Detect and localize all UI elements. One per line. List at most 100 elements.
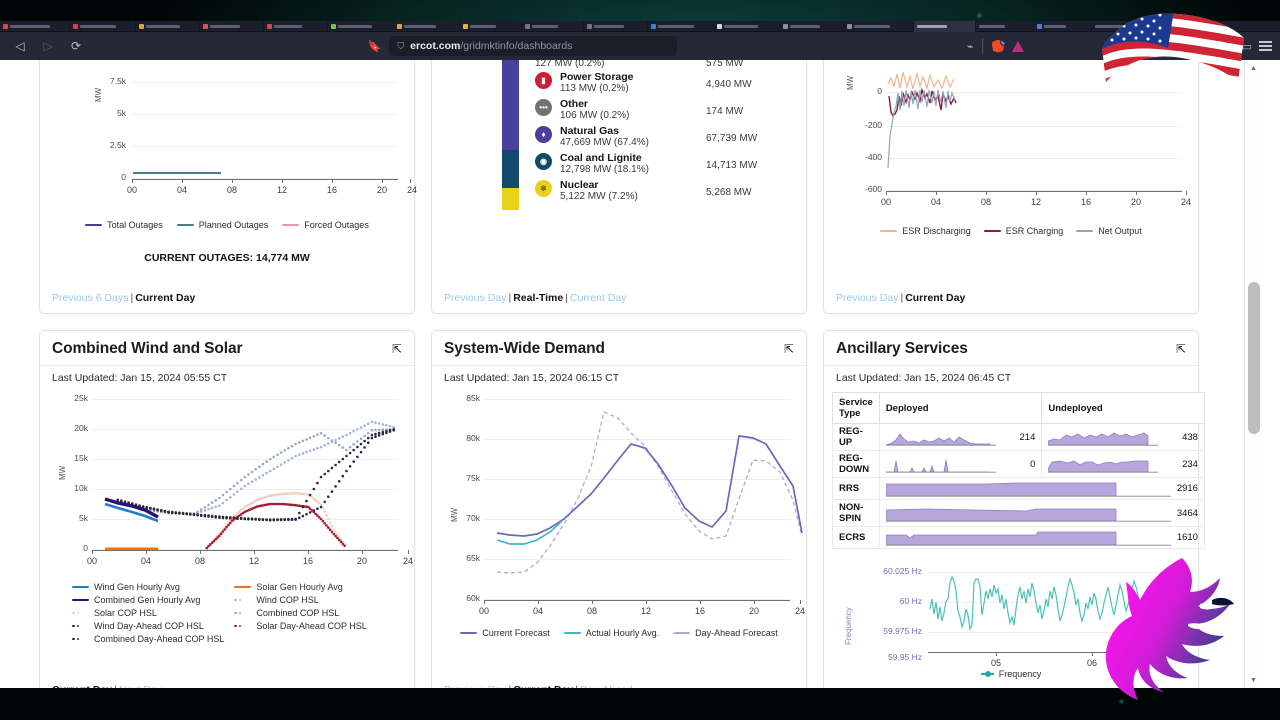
combined-cell: 3464 (878, 499, 1205, 527)
ancillary-last-updated: Last Updated: Jan 15, 2024 06:45 CT (836, 372, 1012, 384)
mini-tab[interactable] (70, 20, 136, 32)
mini-tab[interactable] (1034, 20, 1092, 32)
ancillary-services-table: Service Type Deployed Undeployed REG-UP (832, 392, 1205, 549)
window-icon[interactable]: ▭ (1242, 40, 1252, 53)
legend-item: Combined COP HSL (234, 608, 382, 618)
expand-icon[interactable]: ⇱ (1176, 343, 1186, 355)
link-day-ahead[interactable]: Day-Ahead (580, 684, 633, 688)
profile-triangle-icon[interactable] (1011, 40, 1024, 52)
mini-tab[interactable] (0, 20, 70, 32)
col-service-type: Service Type (832, 392, 880, 424)
esr-footer-links: Previous Day | Current Day (836, 292, 966, 304)
mini-tab[interactable] (584, 20, 648, 32)
browser-tab-strip[interactable] (0, 20, 1280, 32)
legend-label: Combined COP HSL (256, 608, 340, 618)
mini-tab[interactable] (328, 20, 394, 32)
esr-legend: ESR Discharging ESR Charging Net Output (834, 220, 1188, 236)
address-bar[interactable]: ⛉ ercot.com/gridmktinfo/dashboards (389, 36, 678, 56)
outages-chart: MW 7.5k 5k 2.5k 0 00 04 08 12 16 20 24 (50, 62, 417, 212)
mini-tab[interactable] (264, 20, 328, 32)
mini-tab[interactable] (844, 20, 914, 32)
demand-ytick: 65k (466, 553, 480, 563)
card-combined-wind-and-solar: Combined Wind and Solar ⇱ Last Updated: … (39, 330, 415, 688)
outages-xtick: 00 (126, 185, 138, 195)
outages-xtick: 16 (326, 185, 338, 195)
demand-ytick: 75k (466, 473, 480, 483)
outages-xtick: 20 (376, 185, 388, 195)
expand-icon[interactable]: ⇱ (784, 343, 794, 355)
esr-series-paths (887, 71, 957, 169)
outages-xtick: 08 (226, 185, 238, 195)
link-current-day[interactable]: Current Day (52, 684, 112, 688)
table-row: REG-UP 214 438 (832, 423, 1205, 451)
page-title: Combined Wind and Solar (52, 340, 243, 357)
legend-label: ESR Charging (1005, 226, 1064, 236)
battery-icon: ▮ (535, 72, 552, 89)
nuclear-icon: ⚛ (535, 180, 552, 197)
link-next-day[interactable]: Next Day (119, 684, 162, 688)
reload-icon[interactable]: ⟳ (64, 35, 88, 57)
page-scrollbar[interactable]: ▲ ▼ (1244, 60, 1262, 688)
mini-tab[interactable] (648, 20, 714, 32)
wind-solar-legend: Wind Gen Hourly Avg Solar Gen Hourly Avg… (50, 574, 404, 644)
wind-solar-footer-links: Current Day|Next Day (40, 666, 414, 688)
esr-xtick: 08 (980, 197, 992, 207)
demand-ytick: 60k (466, 593, 480, 603)
mini-tab[interactable] (522, 20, 584, 32)
legend-item: Forced Outages (282, 220, 369, 230)
legend-label: Combined Gen Hourly Avg (94, 595, 201, 605)
scrollbar-thumb[interactable] (1248, 282, 1260, 434)
bookmark-icon[interactable]: 🔖 (368, 40, 382, 53)
mini-tab[interactable] (780, 20, 844, 32)
mini-tab-active[interactable] (914, 20, 976, 32)
back-arrow-icon[interactable]: ◁ (8, 35, 32, 57)
brave-shield-icon[interactable] (991, 39, 1005, 53)
service-name: REG-DOWN (832, 450, 880, 478)
share-icon[interactable]: ⌁ (967, 40, 974, 53)
legend-item: Combined Day-Ahead COP HSL (72, 634, 224, 644)
url-domain: ercot.com (410, 40, 461, 52)
fuel-row: ••• Other 106 MW (0.2%) 174 MW (535, 98, 792, 125)
expand-icon[interactable]: ⇱ (392, 343, 402, 355)
link-previous-day[interactable]: Previous Day (444, 684, 506, 688)
site-info-icon[interactable]: ⛉ (397, 41, 404, 52)
sparkline-rrs (885, 482, 1171, 497)
scroll-up-arrow[interactable]: ▲ (1245, 60, 1262, 76)
lock-icon[interactable] (1157, 40, 1170, 52)
mini-tab[interactable] (1092, 20, 1182, 32)
fuel-row-partial: 127 MW (0.2%) 575 MW (535, 60, 792, 71)
fuel-row: ♦ Natural Gas 47,669 MW (67.4%) 67,739 M… (535, 125, 792, 152)
link-previous-day[interactable]: Previous Day (444, 292, 506, 304)
link-current-day[interactable]: Current Day (905, 292, 965, 304)
esr-xtick: 20 (1130, 197, 1142, 207)
demand-footer-links: Previous Day|Current Day|Day-Ahead (432, 640, 806, 688)
legend-item: ESR Discharging (880, 226, 971, 236)
planned-outages-line (133, 172, 221, 174)
hamburger-menu-icon[interactable] (1259, 41, 1272, 51)
scroll-down-arrow[interactable]: ▼ (1245, 672, 1262, 688)
link-real-time[interactable]: Real-Time (513, 292, 563, 304)
link-current-day[interactable]: Current Day (570, 292, 627, 304)
url-path: /gridmktinfo/dashboards (460, 40, 573, 52)
legend-item: Planned Outages (176, 220, 268, 230)
link-previous-6-days[interactable]: Previous 6 Days (52, 292, 128, 304)
service-name: NON-SPIN (832, 499, 880, 527)
mini-tab[interactable] (136, 20, 200, 32)
fuel-partial-capacity: 575 MW (706, 60, 744, 69)
link-current-day[interactable]: Current Day (513, 684, 573, 688)
mini-tab[interactable] (460, 20, 522, 32)
fuel-row: ⚛ Nuclear 5,122 MW (7.2%) 5,268 MW (535, 179, 792, 206)
freq-xtick: 06 (1086, 658, 1098, 668)
ws-xtick: 24 (402, 556, 414, 566)
mini-tab[interactable] (714, 20, 780, 32)
link-previous-day[interactable]: Previous Day (836, 292, 898, 304)
undeployed-cell: 234 (1041, 450, 1205, 478)
forward-arrow-icon[interactable]: ▷ (36, 35, 60, 57)
mini-tab[interactable] (394, 20, 460, 32)
value: 2916 (1176, 483, 1198, 494)
mini-tab[interactable] (976, 20, 1034, 32)
combined-cell: 2916 (878, 477, 1205, 500)
legend-item: Frequency (980, 669, 1041, 679)
link-current-day[interactable]: Current Day (135, 292, 195, 304)
mini-tab[interactable] (200, 20, 264, 32)
